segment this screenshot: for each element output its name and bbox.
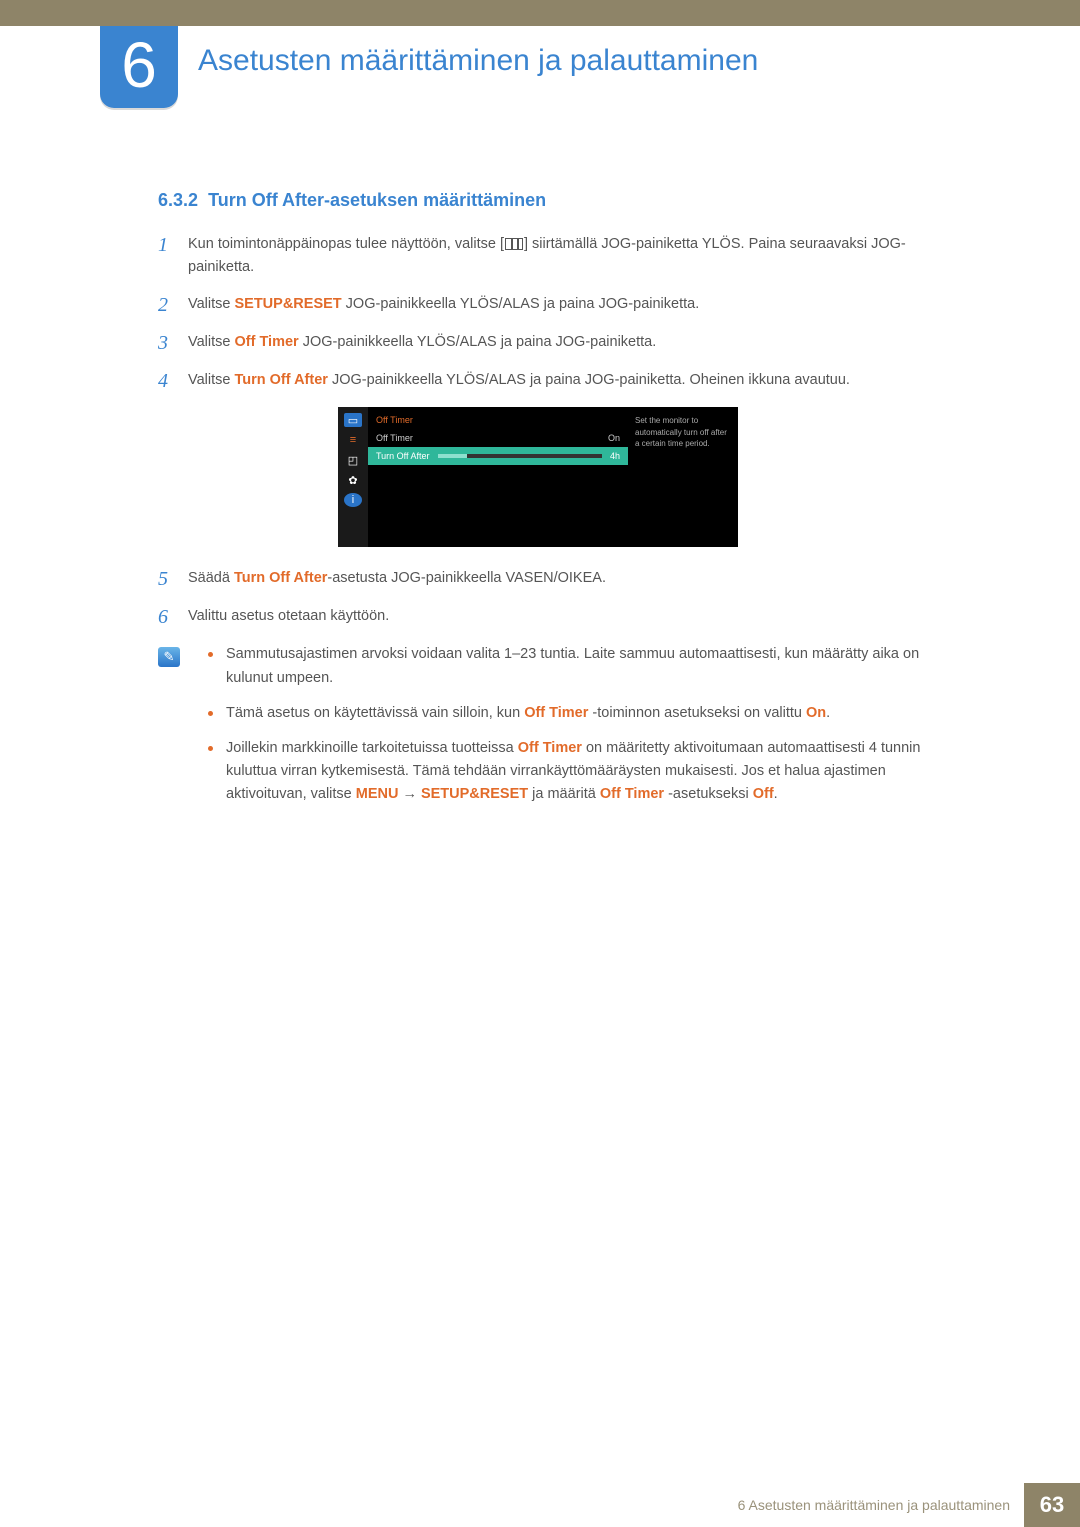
osd-menu-title: Off Timer <box>368 411 628 429</box>
footer-text: 6 Asetusten määrittäminen ja palauttamin… <box>738 1497 1010 1513</box>
osd-description: Set the monitor to automatically turn of… <box>628 407 738 547</box>
step-body: Valitse SETUP&RESET JOG-painikkeella YLÖ… <box>188 293 938 317</box>
arrow-icon: → <box>402 786 417 802</box>
page-number: 63 <box>1024 1483 1080 1527</box>
osd-row-offtimer: Off Timer On <box>368 429 628 447</box>
osd-screenshot: ▭ ≡ ◰ ✿ i Off Timer Off Timer On Turn Of… <box>338 407 738 547</box>
pip-icon: ◰ <box>344 453 362 467</box>
steps-list: 1 Kun toimintonäppäinopas tulee näyttöön… <box>158 233 938 393</box>
chapter-number-badge: 6 <box>100 26 178 108</box>
gear-icon: ✿ <box>344 473 362 487</box>
note-item: Sammutusajastimen arvoksi voidaan valita… <box>208 643 938 689</box>
step-number: 5 <box>158 567 188 591</box>
step-number: 6 <box>158 605 188 629</box>
header-bar <box>0 0 1080 26</box>
steps-list-cont: 5 Säädä Turn Off After-asetusta JOG-pain… <box>158 567 938 629</box>
step-number: 4 <box>158 369 188 393</box>
monitor-icon: ▭ <box>344 413 362 427</box>
step-body: Valitse Off Timer JOG-painikkeella YLÖS/… <box>188 331 938 355</box>
step-body: Kun toimintonäppäinopas tulee näyttöön, … <box>188 233 938 279</box>
section-title: Turn Off After-asetuksen määrittäminen <box>208 190 546 210</box>
page-footer: 6 Asetusten määrittäminen ja palauttamin… <box>0 1483 1080 1527</box>
notes-list: Sammutusajastimen arvoksi voidaan valita… <box>208 643 938 818</box>
chapter-title: Asetusten määrittäminen ja palauttaminen <box>198 44 758 78</box>
step-body: Valitse Turn Off After JOG-painikkeella … <box>188 369 938 393</box>
step-body: Säädä Turn Off After-asetusta JOG-painik… <box>188 567 938 591</box>
note-item: Tämä asetus on käytettävissä vain silloi… <box>208 702 938 725</box>
osd-menu: Off Timer Off Timer On Turn Off After 4h <box>368 407 628 547</box>
page-content: 6.3.2 Turn Off After-asetuksen määrittäm… <box>158 190 938 819</box>
osd-slider <box>438 454 602 458</box>
osd-sidebar: ▭ ≡ ◰ ✿ i <box>338 407 368 547</box>
step-number: 2 <box>158 293 188 317</box>
step-body: Valittu asetus otetaan käyttöön. <box>188 605 938 629</box>
note-item: Joillekin markkinoille tarkoitetuissa tu… <box>208 737 938 807</box>
note-block: ✎ Sammutusajastimen arvoksi voidaan vali… <box>158 643 938 818</box>
osd-row-turnoffafter: Turn Off After 4h <box>368 447 628 465</box>
info-icon: i <box>344 493 362 507</box>
section-heading: 6.3.2 Turn Off After-asetuksen määrittäm… <box>158 190 938 211</box>
list-icon: ≡ <box>344 433 362 447</box>
step-number: 3 <box>158 331 188 355</box>
section-number: 6.3.2 <box>158 190 198 210</box>
menu-icon <box>505 238 523 250</box>
step-number: 1 <box>158 233 188 279</box>
note-icon: ✎ <box>158 647 180 667</box>
